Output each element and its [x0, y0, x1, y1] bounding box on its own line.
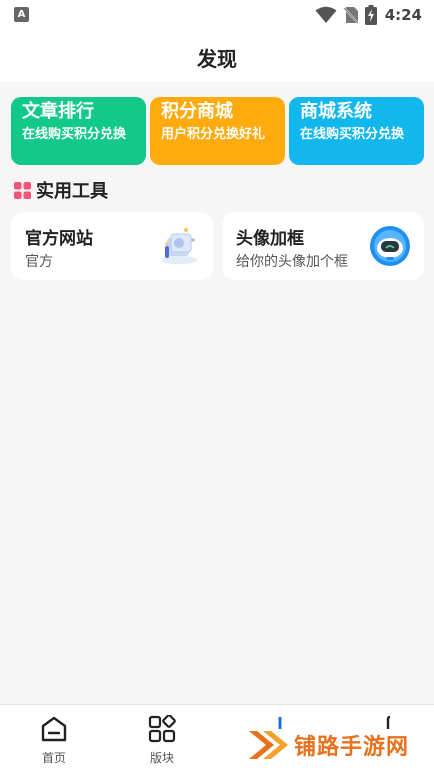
no-sim-icon	[342, 7, 359, 24]
feature-card-mall-system[interactable]: 商城系统 在线购买积分兑换	[289, 97, 424, 165]
status-icons: 4:24	[315, 5, 422, 25]
top-bar: 发现	[0, 30, 434, 82]
grid-icon	[14, 181, 31, 199]
tool-desc: 给你的头像加个框	[236, 254, 348, 270]
nav-label: 首页	[41, 751, 66, 765]
nav-home[interactable]: 首页	[24, 715, 84, 766]
status-time: 4:24	[384, 6, 422, 24]
battery-charging-icon	[364, 5, 377, 25]
home-icon	[41, 716, 67, 742]
feature-card-points-mall[interactable]: 积分商城 用户积分兑换好礼	[150, 97, 285, 165]
tool-desc: 官方	[25, 254, 53, 270]
avatar-robot-icon	[370, 226, 410, 266]
feature-desc: 在线购买积分兑换	[300, 127, 405, 142]
tools-section-header: 实用工具	[14, 178, 108, 202]
feature-desc: 用户积分兑换好礼	[161, 127, 266, 142]
nav-label: 版块	[149, 751, 174, 765]
section-title: 实用工具	[36, 181, 108, 202]
a-app-icon: A	[14, 7, 29, 22]
feature-card-article-ranking[interactable]: 文章排行 在线购买积分兑换	[11, 97, 146, 165]
page-title: 发现	[197, 47, 237, 71]
tool-card-avatar-frame[interactable]: 头像加框 给你的头像加个框	[222, 212, 424, 280]
feature-desc: 在线购买积分兑换	[22, 127, 127, 142]
nav-category[interactable]: 版块	[132, 715, 192, 766]
feature-title: 商城系统	[300, 101, 372, 122]
watermark: 铺路手游网	[246, 722, 409, 768]
website-illustration-icon	[161, 228, 197, 264]
tool-title: 头像加框	[236, 229, 304, 249]
tool-title: 官方网站	[25, 229, 93, 249]
tool-card-official-site[interactable]: 官方网站 官方	[11, 212, 213, 280]
feature-title: 文章排行	[22, 101, 94, 122]
wifi-icon	[315, 6, 337, 23]
watermark-text: 铺路手游网	[294, 735, 410, 760]
feature-title: 积分商城	[161, 101, 233, 122]
status-bar: A 4:24	[0, 0, 434, 30]
watermark-logo-icon	[249, 731, 288, 759]
category-grid-icon	[148, 715, 176, 743]
feature-cards: 文章排行 在线购买积分兑换 积分商城 用户积分兑换好礼 商城系统 在线购买积分兑…	[11, 97, 424, 165]
